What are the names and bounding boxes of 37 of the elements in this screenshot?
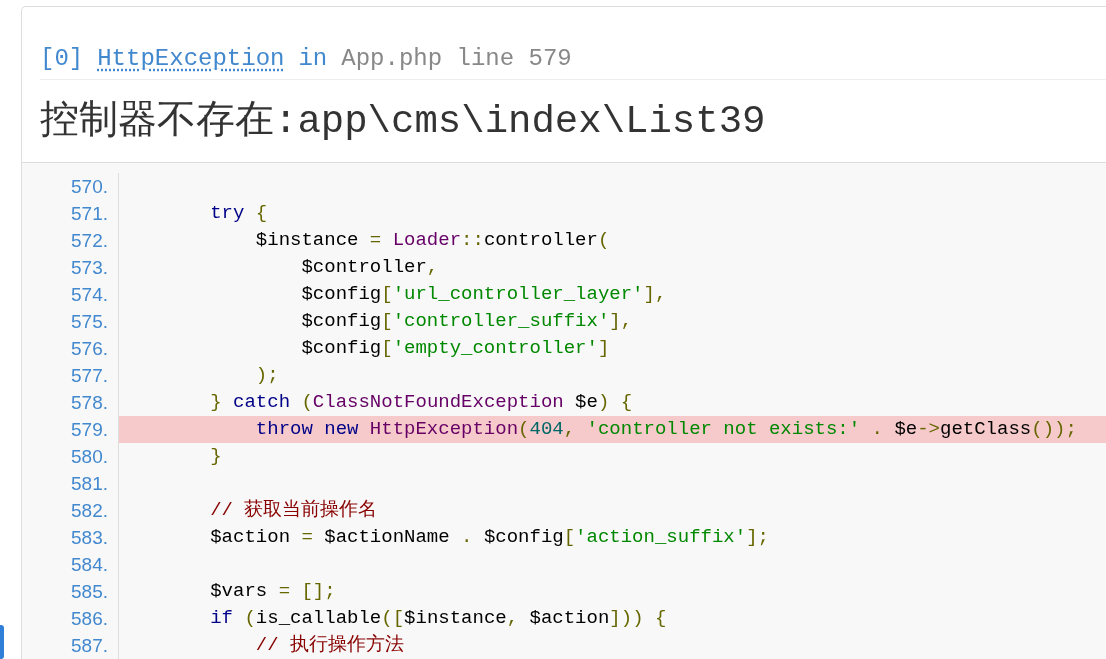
line-number: 575. [22, 308, 119, 335]
line-number: 576. [22, 335, 119, 362]
code-line: } catch (ClassNotFoundException $e) { [209, 390, 634, 415]
line-number: 570. [22, 173, 119, 200]
line-number: 573. [22, 254, 119, 281]
line-number: 581. [22, 470, 119, 497]
exception-location: App.php line 579 [341, 44, 572, 74]
code-line: } [209, 444, 223, 469]
exception-connector: in [298, 44, 328, 74]
code-line: try { [209, 201, 269, 226]
code-line: if (is_callable([$instance, $action])) { [209, 606, 668, 631]
code-line: $action = $actionName . $config['action_suffix']; [209, 525, 770, 550]
error-message: 控制器不存在:app\cms\index\List39 [40, 99, 767, 146]
line-number: 585. [22, 578, 119, 605]
code-line: $config['controller_suffix'], [300, 309, 634, 334]
line-number: 586. [22, 605, 119, 632]
exception-index: [0] [40, 44, 84, 74]
code-line: $controller, [300, 255, 440, 280]
code-line: ); [254, 363, 280, 388]
line-number: 574. [22, 281, 119, 308]
code-line: // 执行操作方法 [254, 633, 406, 658]
line-number: 587. [22, 632, 119, 659]
exception-class-link[interactable]: HttpException [97, 43, 285, 75]
line-number: 583. [22, 524, 119, 551]
code-line: $config['url_controller_layer'], [300, 282, 668, 307]
line-number: 580. [22, 443, 119, 470]
code-line: $config['empty_controller'] [300, 336, 611, 361]
line-number: 582. [22, 497, 119, 524]
line-number: 571. [22, 200, 119, 227]
line-number: 584. [22, 551, 119, 578]
line-number: 577. [22, 362, 119, 389]
code-line: // 获取当前操作名 [209, 498, 379, 523]
code-line: $vars = []; [209, 579, 337, 604]
line-number: 578. [22, 389, 119, 416]
side-tab[interactable] [0, 625, 4, 659]
line-number: 572. [22, 227, 119, 254]
code-line: $instance = Loader::controller( [254, 228, 611, 253]
